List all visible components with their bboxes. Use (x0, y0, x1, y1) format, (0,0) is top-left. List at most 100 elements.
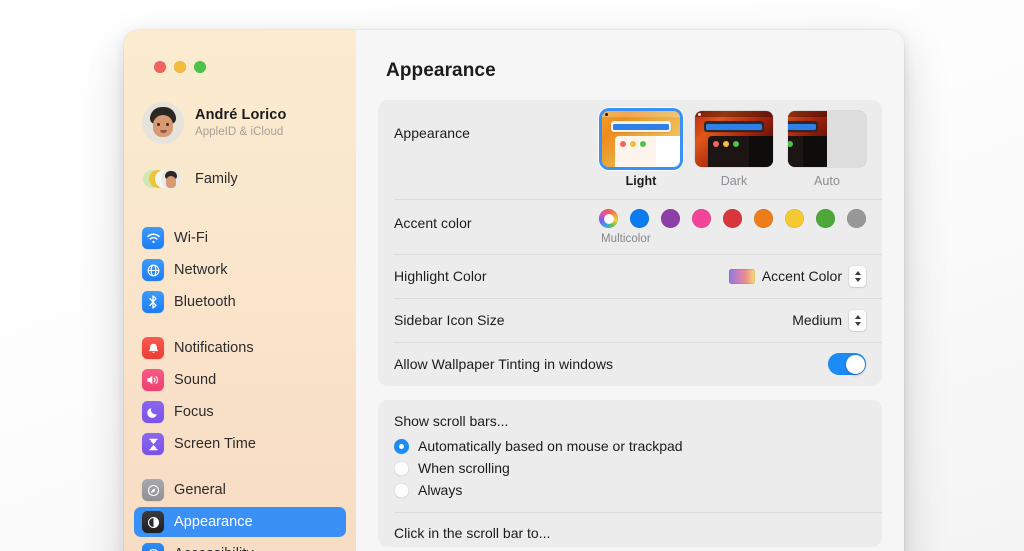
account-row[interactable]: André Lorico AppleID & iCloud (134, 97, 346, 149)
accent-swatch-purple[interactable] (661, 209, 680, 228)
sidebar-item-label: Sound (174, 372, 217, 388)
sidebar-item-label: Focus (174, 404, 214, 420)
appearance-mode-label: Appearance (394, 125, 471, 141)
sidebar: André Lorico AppleID & iCloud Family Wi-… (124, 30, 356, 551)
appearance-option-dark[interactable]: Dark (695, 111, 773, 188)
scroll-bars-option-automatic[interactable]: Automatically based on mouse or trackpad (378, 435, 882, 457)
accent-color-row: Accent color Multicolor (378, 199, 882, 254)
sidebar-item-screen-time[interactable]: Screen Time (134, 429, 346, 459)
highlight-color-dropdown[interactable]: Accent Color (728, 265, 866, 287)
toggle-knob (845, 354, 865, 374)
bell-icon (142, 337, 164, 359)
sidebar-icon-size-label: Sidebar Icon Size (394, 312, 505, 328)
radio-icon[interactable] (394, 482, 409, 498)
sidebar-item-wi-fi[interactable]: Wi-Fi (134, 223, 346, 253)
sidebar-group-system: Notifications Sound Focus Screen Time (134, 333, 346, 459)
sidebar-icon-size-value: Medium (792, 312, 842, 328)
sidebar-item-network[interactable]: Network (134, 255, 346, 285)
appearance-mode-options: Light Dark Auto (602, 111, 866, 188)
sidebar-item-label: Accessibility (174, 546, 254, 551)
wifi-icon (142, 227, 164, 249)
sidebar-item-focus[interactable]: Focus (134, 397, 346, 427)
system-settings-window: André Lorico AppleID & iCloud Family Wi-… (124, 30, 904, 551)
auto-theme-preview (788, 111, 866, 167)
appearance-settings-card: Appearance Light Dark Auto Accent color … (378, 100, 882, 386)
dark-theme-preview (695, 111, 773, 167)
sidebar-item-sound[interactable]: Sound (134, 365, 346, 395)
scroll-bars-option-when-scrolling[interactable]: When scrolling (378, 457, 882, 479)
chevron-updown-icon[interactable] (849, 265, 866, 287)
wallpaper-tinting-row: Allow Wallpaper Tinting in windows (378, 342, 882, 386)
appearance-option-light[interactable]: Light (602, 111, 680, 188)
accent-color-swatches (599, 209, 866, 228)
maximize-button[interactable] (194, 61, 206, 73)
sidebar-group-network: Wi-Fi Network Bluetooth (134, 223, 346, 317)
avatar (142, 102, 184, 144)
sidebar-item-label: Network (174, 262, 228, 278)
sidebar-item-label: Family (195, 171, 238, 187)
wallpaper-tinting-label: Allow Wallpaper Tinting in windows (394, 356, 614, 372)
sidebar-group-preferences: General Appearance Accessibility (134, 475, 346, 551)
content-pane: Appearance Appearance Light Dark Auto Ac… (356, 30, 904, 551)
accent-swatch-graphite[interactable] (847, 209, 866, 228)
light-theme-preview (602, 111, 680, 167)
chevron-updown-icon[interactable] (849, 309, 866, 331)
appearance-option-label: Auto (814, 174, 840, 188)
highlight-color-value: Accent Color (761, 268, 842, 284)
accent-swatch-pink[interactable] (692, 209, 711, 228)
appearance-icon (142, 511, 164, 533)
accent-swatch-green[interactable] (816, 209, 835, 228)
sidebar-item-label: Appearance (174, 514, 253, 530)
radio-icon[interactable] (394, 460, 409, 476)
appearance-option-label: Light (625, 174, 657, 188)
sidebar-icon-size-row: Sidebar Icon Size Medium (378, 298, 882, 342)
screen: André Lorico AppleID & iCloud Family Wi-… (0, 0, 1024, 551)
sidebar-item-label: Bluetooth (174, 294, 236, 310)
appearance-mode-row: Appearance Light Dark Auto (378, 100, 882, 199)
sidebar-item-appearance[interactable]: Appearance (134, 507, 346, 537)
close-button[interactable] (154, 61, 166, 73)
sidebar-item-label: Screen Time (174, 436, 256, 452)
moon-icon (142, 401, 164, 423)
accent-swatch-blue[interactable] (630, 209, 649, 228)
sidebar-item-label: Notifications (174, 340, 254, 356)
bluetooth-icon (142, 291, 164, 313)
accent-swatch-red[interactable] (723, 209, 742, 228)
radio-label: When scrolling (418, 460, 510, 476)
sidebar-item-notifications[interactable]: Notifications (134, 333, 346, 363)
highlight-color-row: Highlight Color Accent Color (378, 254, 882, 298)
page-title: Appearance (386, 60, 496, 81)
sidebar-item-accessibility[interactable]: Accessibility (134, 539, 346, 551)
highlight-gradient-swatch (728, 268, 755, 284)
account-name: André Lorico (195, 106, 287, 123)
wallpaper-tinting-toggle[interactable] (828, 353, 866, 375)
minimize-button[interactable] (174, 61, 186, 73)
window-controls (134, 30, 346, 73)
appearance-option-label: Dark (720, 174, 748, 188)
click-scroll-bar-header: Click in the scroll bar to... (394, 525, 551, 541)
sidebar-icon-size-dropdown[interactable]: Medium (792, 309, 866, 331)
accent-swatch-multicolor[interactable] (599, 209, 618, 228)
family-icon (142, 158, 184, 200)
scroll-bars-card: Show scroll bars... Automatically based … (378, 400, 882, 547)
radio-label: Always (418, 482, 463, 498)
highlight-color-label: Highlight Color (394, 268, 487, 284)
sidebar-item-general[interactable]: General (134, 475, 346, 505)
accent-swatch-orange[interactable] (754, 209, 773, 228)
speaker-icon (142, 369, 164, 391)
hourglass-icon (142, 433, 164, 455)
accent-swatch-yellow[interactable] (785, 209, 804, 228)
sidebar-item-family[interactable]: Family (134, 153, 346, 205)
scroll-bars-option-always[interactable]: Always (378, 479, 882, 501)
sidebar-item-label: General (174, 482, 226, 498)
sidebar-item-bluetooth[interactable]: Bluetooth (134, 287, 346, 317)
sidebar-item-label: Wi-Fi (174, 230, 209, 246)
network-icon (142, 259, 164, 281)
accessibility-icon (142, 543, 164, 551)
radio-icon[interactable] (394, 438, 409, 454)
appearance-option-auto[interactable]: Auto (788, 111, 866, 188)
accent-color-caption: Multicolor (601, 233, 651, 245)
accent-color-label: Accent color (394, 215, 472, 231)
show-scroll-bars-header: Show scroll bars... (394, 413, 509, 429)
gear-icon (142, 479, 164, 501)
